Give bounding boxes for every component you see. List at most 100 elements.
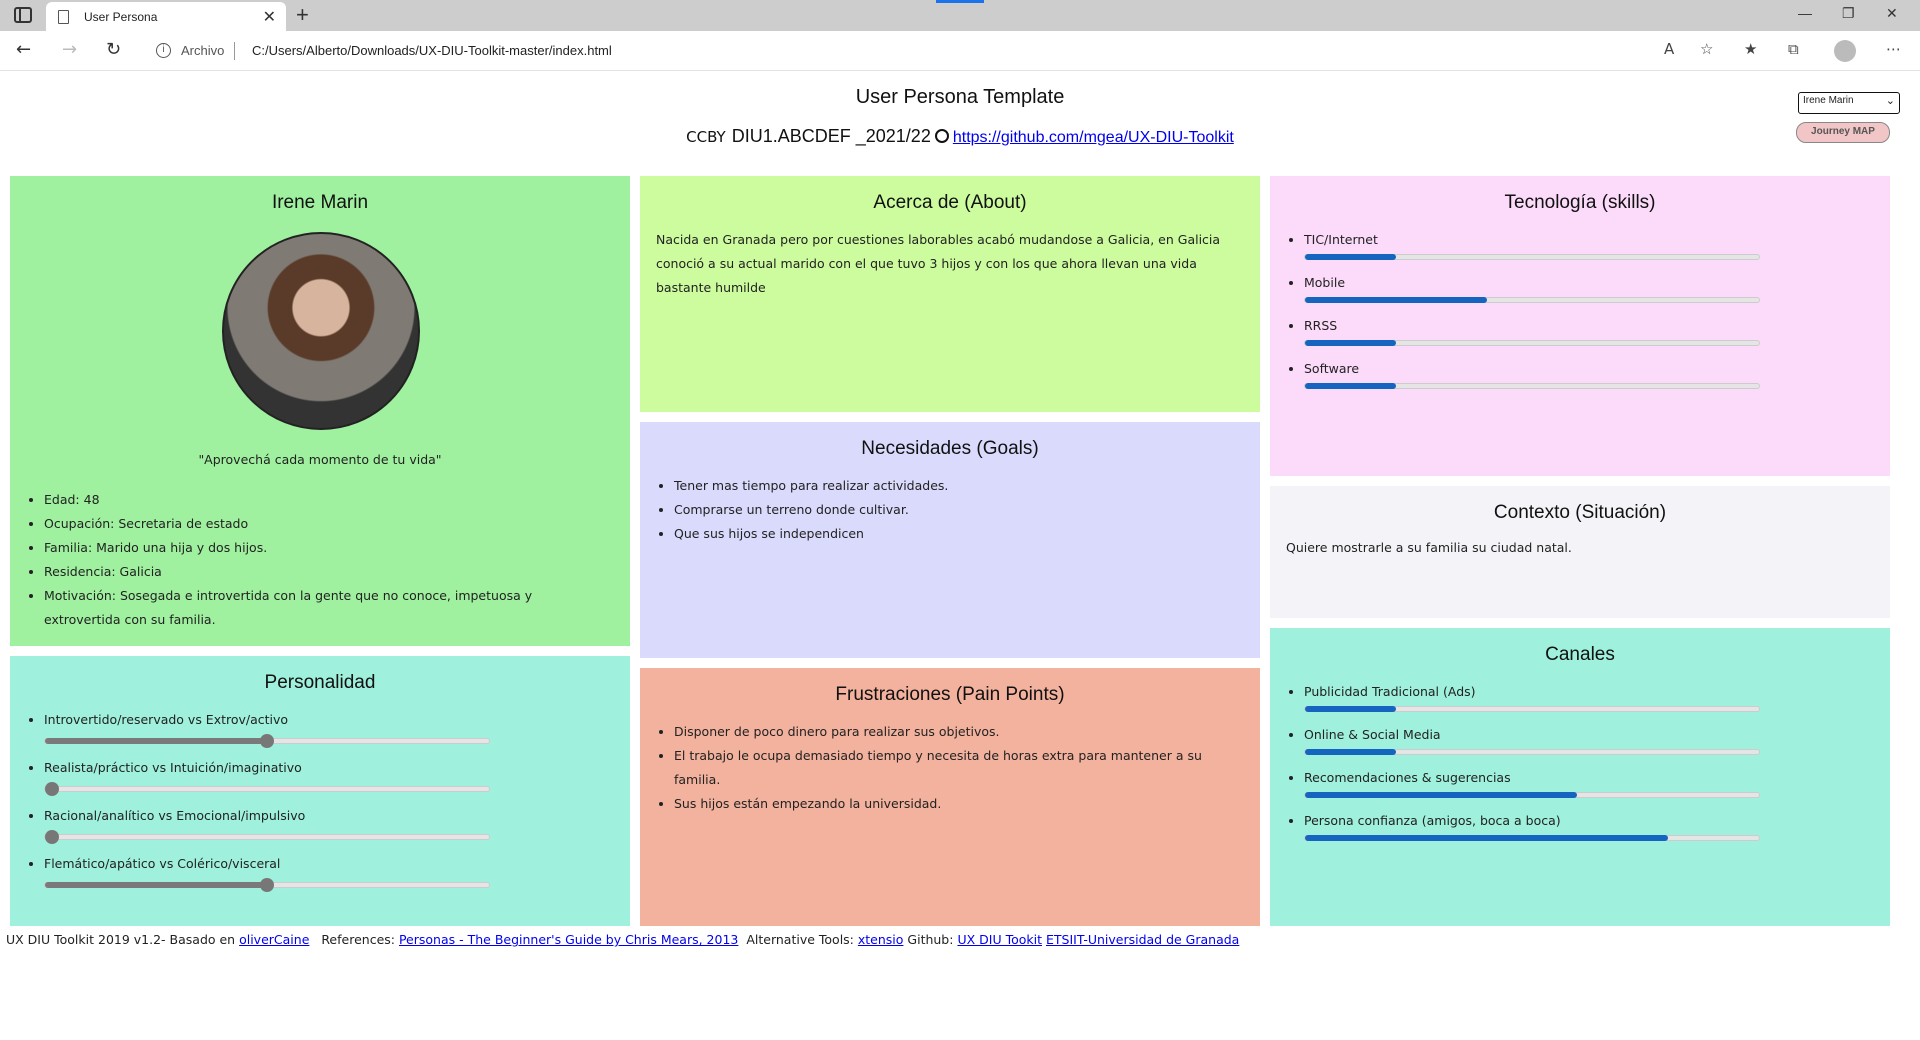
goal-item: Comprarse un terreno donde cultivar. — [674, 498, 1244, 522]
footer-references-label: References: — [321, 932, 395, 947]
pains-title: Frustraciones (Pain Points) — [835, 684, 1065, 705]
skill-bar — [1304, 297, 1760, 303]
detail-family: Familia: Marido una hija y dos hijos. — [44, 536, 604, 560]
tab-actions-icon[interactable] — [14, 7, 32, 23]
skill-item: Software — [1304, 357, 1804, 389]
more-icon[interactable]: ⋯ — [1886, 40, 1901, 58]
footer-link-etsiit[interactable]: ETSIIT-Universidad de Granada — [1046, 932, 1239, 947]
slider-fill — [45, 882, 267, 888]
personality-card: Personalidad Introvertido/reservado vs E… — [10, 656, 630, 926]
channel-item: Online & Social Media — [1304, 723, 1804, 755]
collections-icon[interactable]: ⧉ — [1788, 40, 1799, 58]
about-text: Nacida en Granada pero por cuestiones la… — [656, 232, 1221, 295]
persona-quote: "Aprovechá cada momento de tu vida" — [198, 452, 442, 467]
skill-label: RRSS — [1304, 318, 1338, 333]
skills-card: Tecnología (skills) TIC/Internet Mobile … — [1270, 176, 1890, 476]
footer-link-personas-guide[interactable]: Personas - The Beginner's Guide by Chris… — [399, 932, 738, 947]
skill-bar-fill — [1305, 340, 1396, 346]
favorites-icon[interactable]: ★ — [1744, 40, 1757, 58]
new-tab-icon[interactable]: + — [296, 2, 309, 28]
personality-item: Realista/práctico vs Intuición/imaginati… — [44, 756, 604, 796]
restore-icon[interactable]: ❐ — [1842, 5, 1855, 22]
channel-bar — [1304, 792, 1760, 798]
detail-motivation: Motivación: Sosegada e introvertida con … — [44, 584, 604, 632]
address-bar[interactable]: i Archivo C:/Users/Alberto/Downloads/UX-… — [146, 36, 1686, 66]
personality-label: Flemático/apático vs Colérico/visceral — [44, 856, 281, 871]
address-url[interactable]: C:/Users/Alberto/Downloads/UX-DIU-Toolki… — [252, 43, 612, 58]
close-window-icon[interactable]: ✕ — [1886, 5, 1898, 22]
back-icon[interactable]: ← — [16, 39, 31, 60]
channels-list: Publicidad Tradicional (Ads) Online & So… — [1304, 680, 1804, 852]
personality-label: Racional/analítico vs Emocional/impulsiv… — [44, 808, 306, 823]
skill-label: Mobile — [1304, 275, 1346, 290]
ccby-label: CCBY — [686, 128, 726, 146]
slider-thumb[interactable] — [260, 734, 274, 748]
channels-card: Canales Publicidad Tradicional (Ads) Onl… — [1270, 628, 1890, 926]
skill-bar — [1304, 383, 1760, 389]
slider-thumb[interactable] — [44, 782, 59, 796]
browser-tab-bar: User Persona ✕ + — ❐ ✕ — [0, 0, 1920, 32]
skill-item: Mobile — [1304, 271, 1804, 303]
close-tab-icon[interactable]: ✕ — [263, 7, 276, 26]
personality-slider[interactable] — [44, 878, 490, 892]
add-favorite-icon[interactable]: ☆ — [1700, 40, 1713, 58]
footer-link-toolkit[interactable]: UX DIU Tookit — [957, 932, 1042, 947]
channel-bar-fill — [1305, 706, 1396, 712]
personality-list: Introvertido/reservado vs Extrov/activo … — [44, 708, 604, 900]
profile-details-list: Edad: 48 Ocupación: Secretaria de estado… — [44, 488, 604, 632]
personality-label: Realista/práctico vs Intuición/imaginati… — [44, 760, 302, 775]
goals-title: Necesidades (Goals) — [861, 438, 1039, 459]
footer-prefix: UX DIU Toolkit 2019 v1.2- Basado en — [6, 932, 236, 947]
address-divider — [234, 42, 235, 60]
persona-select[interactable]: Irene Marin ⌄ — [1798, 92, 1900, 114]
detail-occupation: Ocupación: Secretaria de estado — [44, 512, 604, 536]
skill-bar-fill — [1305, 383, 1396, 389]
channels-title: Canales — [1545, 644, 1615, 665]
channel-bar-fill — [1305, 749, 1396, 755]
refresh-icon[interactable]: ↻ — [106, 39, 121, 60]
journey-map-button[interactable]: Journey MAP — [1796, 122, 1890, 143]
goals-card: Necesidades (Goals) Tener mas tiempo par… — [640, 422, 1260, 658]
detail-age: Edad: 48 — [44, 488, 604, 512]
info-icon[interactable]: i — [156, 43, 171, 58]
channel-label: Persona confianza (amigos, boca a boca) — [1304, 813, 1561, 828]
forward-icon[interactable]: → — [62, 39, 77, 60]
slider-thumb[interactable] — [44, 830, 59, 844]
page-subtitle: CCBY DIU1.ABCDEF _2021/22 https://github.c… — [0, 126, 1920, 147]
repo-link[interactable]: https://github.com/mgea/UX-DIU-Toolkit — [953, 129, 1234, 146]
personality-slider[interactable] — [44, 734, 490, 748]
persona-photo — [222, 232, 420, 430]
detail-residence: Residencia: Galicia — [44, 560, 604, 584]
skill-bar-fill — [1305, 297, 1487, 303]
skill-bar — [1304, 340, 1760, 346]
personality-slider[interactable] — [44, 782, 490, 796]
slider-thumb[interactable] — [260, 878, 274, 892]
footer-link-olivercaine[interactable]: oliverCaine — [239, 932, 309, 947]
about-card: Acerca de (About) Nacida en Granada pero… — [640, 176, 1260, 412]
personality-item: Flemático/apático vs Colérico/visceral — [44, 852, 604, 892]
channel-item: Recomendaciones & sugerencias — [1304, 766, 1804, 798]
channel-label: Recomendaciones & sugerencias — [1304, 770, 1511, 785]
profile-avatar-icon[interactable] — [1834, 40, 1856, 62]
document-icon — [58, 10, 69, 24]
address-label: Archivo — [181, 43, 225, 58]
chevron-down-icon: ⌄ — [1885, 95, 1895, 107]
context-title: Contexto (Situación) — [1493, 502, 1667, 523]
channel-label: Online & Social Media — [1304, 727, 1441, 742]
pains-list: Disponer de poco dinero para realizar su… — [674, 720, 1244, 816]
browser-tab[interactable]: User Persona ✕ — [46, 2, 286, 32]
channel-bar-fill — [1305, 835, 1669, 841]
page-title: User Persona Template — [855, 86, 1065, 108]
footer-link-xtensio[interactable]: xtensio — [858, 932, 904, 947]
page-footer: UX DIU Toolkit 2019 v1.2- Basado en oliv… — [6, 932, 1239, 947]
skill-item: TIC/Internet — [1304, 228, 1804, 260]
read-aloud-icon[interactable]: A — [1664, 40, 1674, 58]
skills-title: Tecnología (skills) — [1504, 192, 1656, 213]
page: User Persona Template CCBY DIU1.ABCDEF _2… — [0, 72, 1920, 1040]
personality-slider[interactable] — [44, 830, 490, 844]
minimize-icon[interactable]: — — [1798, 5, 1812, 21]
skill-label: TIC/Internet — [1304, 232, 1378, 247]
footer-alt-tools-label: Alternative Tools: — [746, 932, 854, 947]
channel-bar — [1304, 835, 1760, 841]
goal-item: Que sus hijos se independicen — [674, 522, 1244, 546]
